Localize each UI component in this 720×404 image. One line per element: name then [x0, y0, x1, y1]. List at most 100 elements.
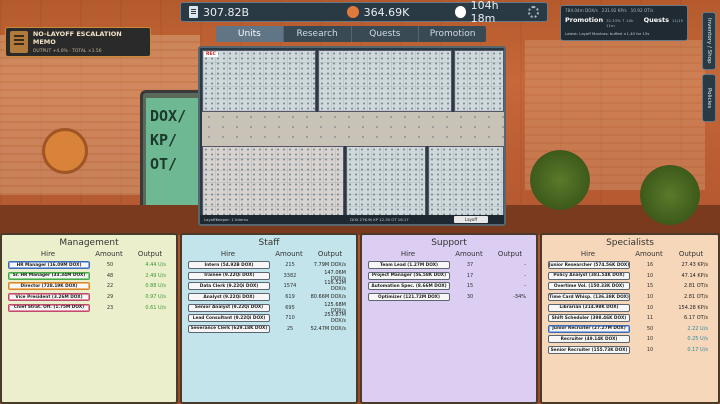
- monitor-text-line: KP/: [150, 131, 178, 149]
- hire-button[interactable]: Overtime Vol. (150.33K DOX): [548, 282, 630, 291]
- unit-output: 0.88 U/s: [145, 283, 166, 290]
- hire-button[interactable]: Chief Strat. Off. (1.75M DOX): [8, 303, 90, 312]
- kp-rate: 231.92 KP/s: [601, 8, 627, 13]
- quests-label[interactable]: Quests: [644, 16, 669, 24]
- unit-amount: 29: [106, 294, 114, 301]
- unit-amount: 16: [646, 262, 654, 269]
- unit-output: 2.22 U/s: [687, 325, 708, 332]
- office-room: [202, 146, 344, 216]
- hire-button[interactable]: Policy Analyst (381.54K DOX): [548, 271, 630, 280]
- gear-icon[interactable]: [528, 6, 539, 18]
- unit-row: Lead Consultant (9.22Qi DOX) 710 253.87M D…: [186, 312, 352, 324]
- unit-row: Policy Analyst (381.54K DOX) 10 47.14 KP/s: [546, 271, 714, 282]
- hire-button[interactable]: Recruiter (49.14K DOX): [548, 335, 630, 344]
- tab-research[interactable]: Research: [284, 26, 352, 42]
- panel-header: Hire Amount Output: [366, 250, 532, 258]
- unit-rows: Junior Researcher (574.56K DOX) 16 27.43 K…: [546, 260, 714, 355]
- hire-button[interactable]: HR Manager (16.09M DOX): [8, 261, 90, 270]
- plant-icon: [530, 150, 590, 210]
- office-room: [318, 50, 452, 112]
- promotion-label[interactable]: Promotion: [565, 16, 603, 24]
- unit-rows: Team Lead (1.27M DOX) 37- Project Manager …: [366, 260, 532, 302]
- hire-button[interactable]: Data Clerk (9.22Qi DOX): [188, 282, 270, 291]
- main-tabs: Units Research Quests Promotion: [216, 26, 486, 42]
- monitor-text-line: OT/: [150, 155, 178, 173]
- unit-output: 0.97 U/s: [145, 294, 166, 301]
- tab-quests[interactable]: Quests: [352, 26, 420, 42]
- promotion-quests-row: Promotion 32.33% ↑ 10h 11m Quests 11/15: [565, 16, 683, 28]
- unit-amount: 23: [106, 304, 114, 311]
- unit-output: 0.61 U/s: [145, 304, 166, 311]
- hire-button[interactable]: Severance Clerk (629.18K DOX): [188, 324, 270, 333]
- hire-button[interactable]: Time Card Whisp. (136.38K DOX): [548, 293, 630, 302]
- unit-amount: 17: [466, 272, 474, 279]
- unit-output: 116.52M DOX/s: [324, 280, 346, 293]
- unit-amount: 15: [646, 283, 654, 290]
- unit-amount: 11: [646, 315, 654, 322]
- memo-title: NO-LAYOFF ESCALATION MEMO: [32, 30, 122, 46]
- hire-button[interactable]: Intern (54.92B DOX): [188, 261, 270, 270]
- office-room: [454, 50, 504, 112]
- recording-badge: REC: [204, 52, 218, 57]
- unit-output: 7.79M DOX/s: [313, 262, 346, 269]
- hire-button[interactable]: Director (728.19K DOX): [8, 282, 90, 291]
- header-amount: Amount: [275, 250, 303, 258]
- office-camera-view[interactable]: REC LayoffKeeper: 1 Interns DOX 276.9t K…: [198, 46, 506, 226]
- panel-title: Support: [431, 238, 467, 248]
- monitor-text-line: DOX/: [150, 107, 187, 125]
- hire-button[interactable]: Project Manager (56.58K DOX): [368, 271, 450, 280]
- resource-bar: 307.82B 364.69K 104h 18m: [180, 0, 548, 25]
- hire-button[interactable]: Lead Consultant (9.22Qi DOX): [188, 314, 270, 323]
- panel-header: Hire Amount Output: [6, 250, 172, 258]
- unit-row: Shift Scheduler (398.46K DOX) 11 6.17 OT/s: [546, 313, 714, 324]
- panel-title: Specialists: [606, 238, 654, 248]
- header-output: Output: [137, 250, 163, 258]
- policies-tab[interactable]: Policies: [702, 74, 716, 122]
- hire-button[interactable]: Sr. HR Manager (33.34M DOX): [8, 271, 90, 280]
- rate-stats: 784.04m DOX/s 231.92 KP/s 10.92 OT/s: [565, 8, 683, 13]
- plant-icon: [640, 165, 700, 225]
- hire-button[interactable]: Analyst (9.22Qi DOX): [188, 293, 270, 302]
- unit-row: Librarian (214.98K DOX) 10 154.28 KP/s: [546, 302, 714, 313]
- panel-header: Hire Amount Output: [546, 250, 714, 258]
- hire-button[interactable]: Librarian (214.98K DOX): [548, 303, 630, 312]
- unit-amount: 10: [646, 304, 654, 311]
- unit-row: Overtime Vol. (150.33K DOX) 15 2.81 OT/s: [546, 281, 714, 292]
- hire-button[interactable]: Shift Scheduler (398.46K DOX): [548, 314, 630, 323]
- layoff-button[interactable]: Layoff: [454, 216, 488, 223]
- memo-icon: [10, 31, 28, 53]
- unit-amount: 619: [285, 294, 295, 301]
- document-icon: [189, 6, 198, 18]
- unit-amount: 1574: [283, 283, 297, 290]
- tab-promotion[interactable]: Promotion: [419, 26, 486, 42]
- unit-output: 2.81 OT/s: [683, 294, 708, 301]
- unit-amount: 10: [646, 272, 654, 279]
- tab-units[interactable]: Units: [216, 26, 284, 42]
- unit-output: -34%: [513, 294, 526, 301]
- hire-button[interactable]: Junior Recruiter (27.27M DOX): [548, 324, 630, 333]
- hire-button[interactable]: Team Lead (1.27M DOX): [368, 261, 450, 270]
- support-panel: Support Hire Amount Output Team Lead (1.…: [360, 233, 538, 404]
- inventory-shop-tab[interactable]: Inventory / Shop: [702, 12, 716, 70]
- unit-output: 52.47M DOX/s: [310, 325, 346, 332]
- hire-button[interactable]: Senior Recruiter (155.73K DOX): [548, 346, 630, 355]
- unit-output: -: [524, 262, 526, 269]
- hire-button[interactable]: Junior Researcher (574.56K DOX): [548, 261, 630, 270]
- header-hire: Hire: [220, 250, 236, 258]
- unit-amount: 48: [106, 272, 114, 279]
- hire-button[interactable]: Vice President (3.26M DOX): [8, 293, 90, 302]
- time-value: 104h 18m: [470, 0, 499, 25]
- time-resource: 104h 18m: [447, 0, 547, 25]
- hire-button[interactable]: Automation Spec. (8.66M DOX): [368, 282, 450, 291]
- header-output: Output: [497, 250, 523, 258]
- header-amount: Amount: [455, 250, 483, 258]
- hire-button[interactable]: Trainee (9.22Qi DOX): [188, 271, 270, 280]
- unit-amount: 50: [646, 325, 654, 332]
- background-monitor-screen: DOX/ KP/ OT/: [146, 98, 204, 208]
- unit-amount: 25: [286, 325, 294, 332]
- ot-rate: 10.92 OT/s: [630, 8, 654, 13]
- memo-card[interactable]: NO-LAYOFF ESCALATION MEMO OUTPUT +4.0% ·…: [5, 27, 151, 57]
- office-footer-left: LayoffKeeper: 1 Interns: [204, 217, 249, 222]
- hire-button[interactable]: Senior Analyst (9.22Qi DOX): [188, 303, 270, 312]
- hire-button[interactable]: Optimizer (121.72M DOX): [368, 293, 450, 302]
